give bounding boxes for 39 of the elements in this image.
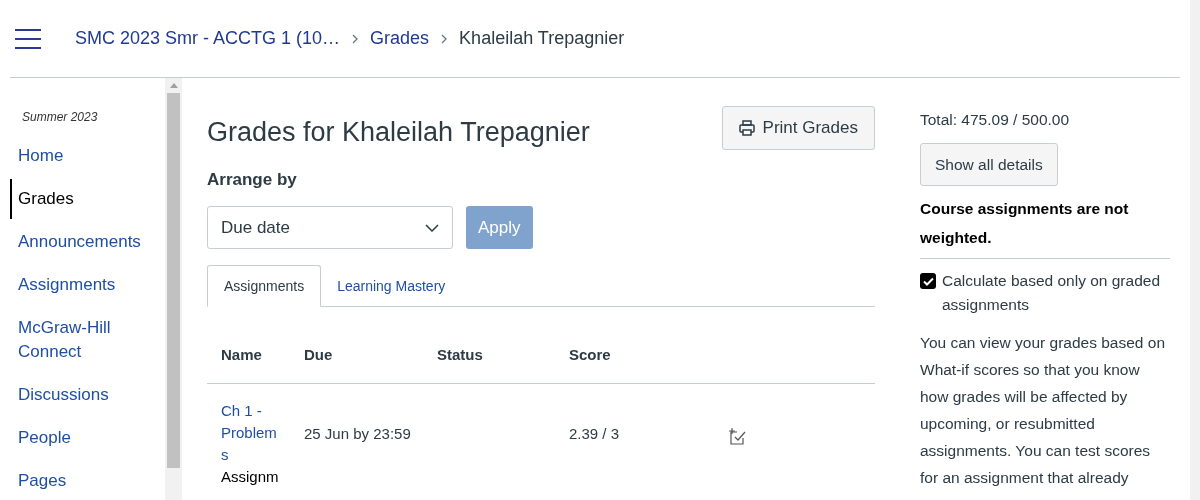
total-score: Total: 475.09 / 500.00 (920, 110, 1071, 130)
checklist-icon[interactable] (729, 427, 747, 445)
weighting-note: Course assignments are not weighted. (920, 194, 1170, 260)
checkbox[interactable] (920, 273, 936, 290)
print-grades-button[interactable]: Print Grades (721, 106, 875, 150)
what-if-info: You can view your grades based on What-if scores so that you know how grades will be affected by upcoming, or resubmitted assignments. You can test scores for an assignment that already (920, 333, 1166, 489)
breadcrumb-link[interactable]: Grades (370, 25, 430, 52)
column-header: Score (569, 345, 612, 365)
column-header: Due (304, 345, 334, 365)
chevron-right-icon (441, 33, 448, 44)
checkbox-label: Calculate based only on graded assignments (942, 271, 1161, 316)
chevron-down-icon (425, 223, 439, 232)
assignment-link[interactable]: Ch 1 - Problems (221, 400, 279, 466)
score-cell-text: 2.39 / 3 (569, 423, 621, 444)
nav-link[interactable]: Grades (10, 179, 150, 219)
arrange-label: Arrange by (207, 168, 298, 191)
nav-link[interactable]: Assignments (10, 273, 150, 297)
arrange-select[interactable]: Due date (207, 206, 453, 249)
nav-link[interactable]: People (10, 426, 150, 450)
printer-icon (738, 120, 755, 136)
column-header: Status (437, 345, 484, 365)
chevron-right-icon (352, 33, 359, 44)
due-cell-text: 25 Jun by 23:59 (304, 423, 412, 444)
term-label: Summer 2023 (22, 109, 99, 126)
menu-icon[interactable] (15, 28, 41, 49)
nav-link[interactable]: Home (10, 144, 150, 168)
show-all-details-button[interactable]: Show all details (920, 143, 1058, 187)
tab[interactable]: Learning Mastery (321, 265, 462, 307)
column-header: Name (221, 345, 263, 365)
nav-link[interactable]: McGraw-Hill Connect (10, 316, 150, 364)
page-title: Grades for Khaleilah Trepagnier (207, 116, 590, 149)
tab[interactable]: Assignments (207, 265, 322, 307)
assignment-type: Assignm (221, 467, 280, 487)
sidebar-scrollbar[interactable] (165, 78, 182, 500)
nav-link[interactable]: Announcements (10, 230, 150, 254)
nav-link[interactable]: Pages (10, 469, 150, 493)
breadcrumb-link[interactable]: SMC 2023 Smr - ACCTG 1 (10… (75, 25, 341, 52)
breadcrumb-current: Khaleilah Trepagnier (459, 27, 625, 50)
nav-link[interactable]: Discussions (10, 383, 150, 407)
